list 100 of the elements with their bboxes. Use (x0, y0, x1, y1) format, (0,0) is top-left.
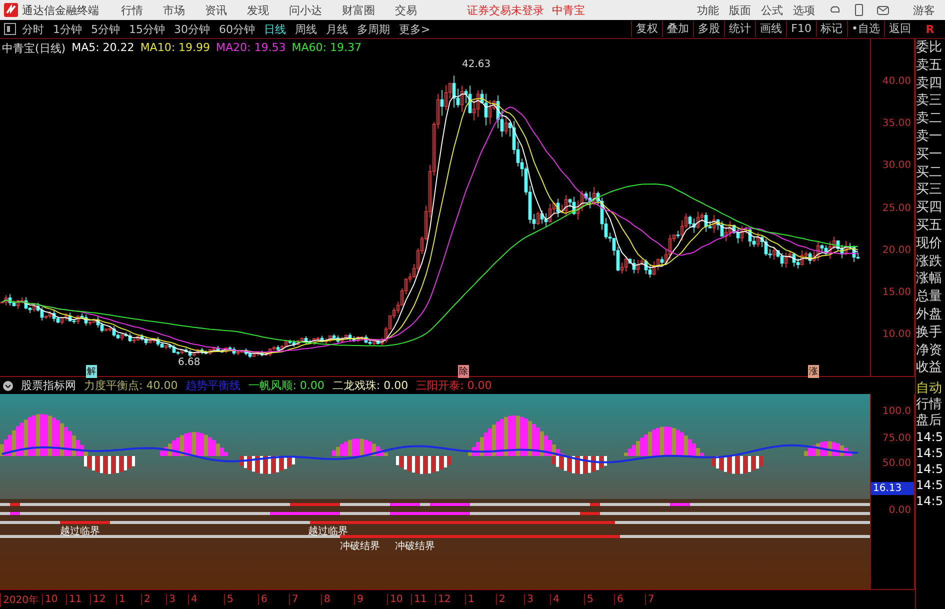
quote-label: 卖一 (916, 128, 943, 146)
date-axis-label: 4 (550, 594, 584, 606)
indicator-axis-label: 0.00 (888, 505, 911, 516)
quote-label: 收益 (916, 359, 943, 378)
signal-label: 冲破结界 (395, 540, 435, 554)
quote-label: 买三 (916, 181, 943, 200)
menu-item[interactable]: 选项 (793, 2, 815, 18)
indicator-value: 趋势平衡线 (186, 378, 241, 394)
date-axis-label: 3 (166, 594, 188, 606)
date-axis-label: 6 (614, 594, 645, 606)
panel-toggle-icon[interactable] (4, 23, 16, 35)
date-axis-label: 8 (321, 594, 354, 606)
quote-label: 卖五 (916, 56, 943, 75)
menu-item[interactable]: 版面 (729, 2, 751, 18)
toolbar-button[interactable]: 标记 (816, 21, 846, 37)
toolbar-button[interactable]: 统计 (724, 21, 756, 37)
date-axis-label: 4 (188, 594, 224, 606)
quote-label: 涨幅 (916, 270, 943, 288)
price-axis-label: 40.00 (882, 76, 911, 87)
date-axis-label: 11 (66, 594, 90, 606)
mail-icon[interactable] (877, 6, 889, 14)
quote-label: 总量 (916, 288, 943, 306)
menu-item[interactable]: 行情 (121, 2, 143, 18)
menu-item[interactable]: 财富圈 (342, 2, 375, 18)
toolbar-button[interactable]: 返回 (884, 21, 915, 37)
period-tab[interactable]: 更多> (399, 22, 430, 36)
period-tab[interactable]: 多周期 (357, 22, 390, 36)
period-tab[interactable]: 60分钟 (219, 22, 255, 36)
toolbar-button[interactable]: 画线 (755, 21, 786, 37)
user-label[interactable]: 游客 (913, 2, 935, 18)
low-price-label: 6.68 (178, 357, 200, 368)
menu-item[interactable]: 市场 (163, 2, 185, 18)
menu-item[interactable]: 资讯 (205, 2, 227, 18)
trade-time: 14:5 (916, 493, 944, 510)
login-notice: 证券交易未登录 (467, 2, 544, 18)
period-tab[interactable]: 日线 (264, 22, 286, 36)
date-axis-label: 1 (116, 594, 141, 606)
price-axis-label: 35.00 (882, 118, 911, 130)
event-marker[interactable]: 解 (86, 365, 97, 378)
mode-tab[interactable]: 行情 (916, 397, 945, 414)
quote-label: 卖四 (916, 74, 943, 92)
indicator-axis-label: 100.0 (882, 406, 911, 418)
high-price-label: 42.63 (462, 59, 491, 70)
period-tab[interactable]: 15分钟 (129, 22, 165, 36)
quote-label: 净资 (916, 342, 943, 360)
dropdown-icon[interactable] (3, 380, 13, 391)
date-axis-label: 1 (465, 594, 496, 606)
indicator-name: 股票指标网 (21, 378, 76, 394)
period-tab[interactable]: 1分钟 (53, 22, 82, 36)
menu-item[interactable]: 发现 (247, 2, 269, 18)
toolbar-button[interactable]: 多股 (693, 21, 724, 37)
period-tab[interactable]: 5分钟 (91, 22, 120, 36)
trade-time: 14:5 (916, 461, 944, 478)
price-axis-label: 15.00 (882, 287, 911, 298)
period-tab[interactable]: 30分钟 (174, 22, 210, 36)
price-axis-label: 25.00 (882, 202, 911, 214)
date-axis-label: 6 (258, 594, 289, 606)
current-value-label: 16.13 (871, 482, 914, 496)
signal-label: 冲破结界 (340, 540, 380, 554)
ma-value: MA5: 20.22 (72, 41, 134, 56)
side-tab[interactable]: R (915, 22, 945, 36)
ma-value: MA10: 19.99 (140, 41, 210, 56)
date-axis-label: 10 (42, 594, 66, 606)
menu-item[interactable]: 问小达 (289, 2, 322, 18)
mode-tab[interactable]: 自动 (916, 381, 945, 398)
quote-label: 买五 (916, 216, 943, 235)
trade-time: 14:5 (916, 429, 944, 446)
toolbar-button[interactable]: 叠加 (662, 21, 694, 37)
app-name: 通达信金融终端 (22, 2, 99, 18)
period-tab[interactable]: 月线 (326, 22, 348, 36)
period-tab[interactable]: 周线 (295, 22, 317, 36)
ma-value: MA20: 19.53 (216, 41, 286, 56)
signal-label: 越过临界 (308, 524, 348, 538)
event-marker[interactable]: 除 (458, 365, 469, 378)
toolbar-button[interactable]: 复权 (631, 21, 662, 37)
price-axis-label: 10.00 (882, 329, 911, 340)
menu-item[interactable]: 公式 (761, 2, 783, 18)
date-axis-label: 12 (435, 594, 465, 606)
date-axis-label: 2020年 (0, 592, 42, 607)
quote-label: 买四 (916, 199, 943, 217)
quote-label: 现价 (916, 234, 943, 253)
indicator-value: 力度平衡点: 40.00 (84, 378, 178, 394)
indicator-value: 二龙戏珠: 0.00 (332, 378, 408, 394)
menu-item[interactable]: 功能 (697, 2, 719, 18)
indicator-axis-label: 75.00 (882, 433, 911, 444)
quote-label: 换手 (916, 324, 943, 342)
date-axis-label: 11 (411, 594, 435, 606)
date-axis-label: 9 (354, 594, 387, 606)
phone-icon[interactable] (855, 4, 863, 16)
toolbar-button[interactable]: •自选 (846, 21, 884, 37)
date-axis-label: 2 (141, 594, 166, 606)
event-marker[interactable]: 涨 (808, 365, 819, 378)
toolbar-button[interactable]: F10 (786, 21, 816, 37)
menu-item[interactable]: 交易 (395, 2, 417, 18)
signal-label: 越过临界 (60, 524, 100, 538)
date-axis-label: 5 (224, 594, 258, 606)
date-axis-label: 7 (289, 594, 321, 606)
quote-label: 买二 (916, 164, 943, 182)
mode-tab[interactable]: 盘后 (916, 413, 945, 430)
period-tab[interactable]: 分时 (22, 22, 44, 36)
